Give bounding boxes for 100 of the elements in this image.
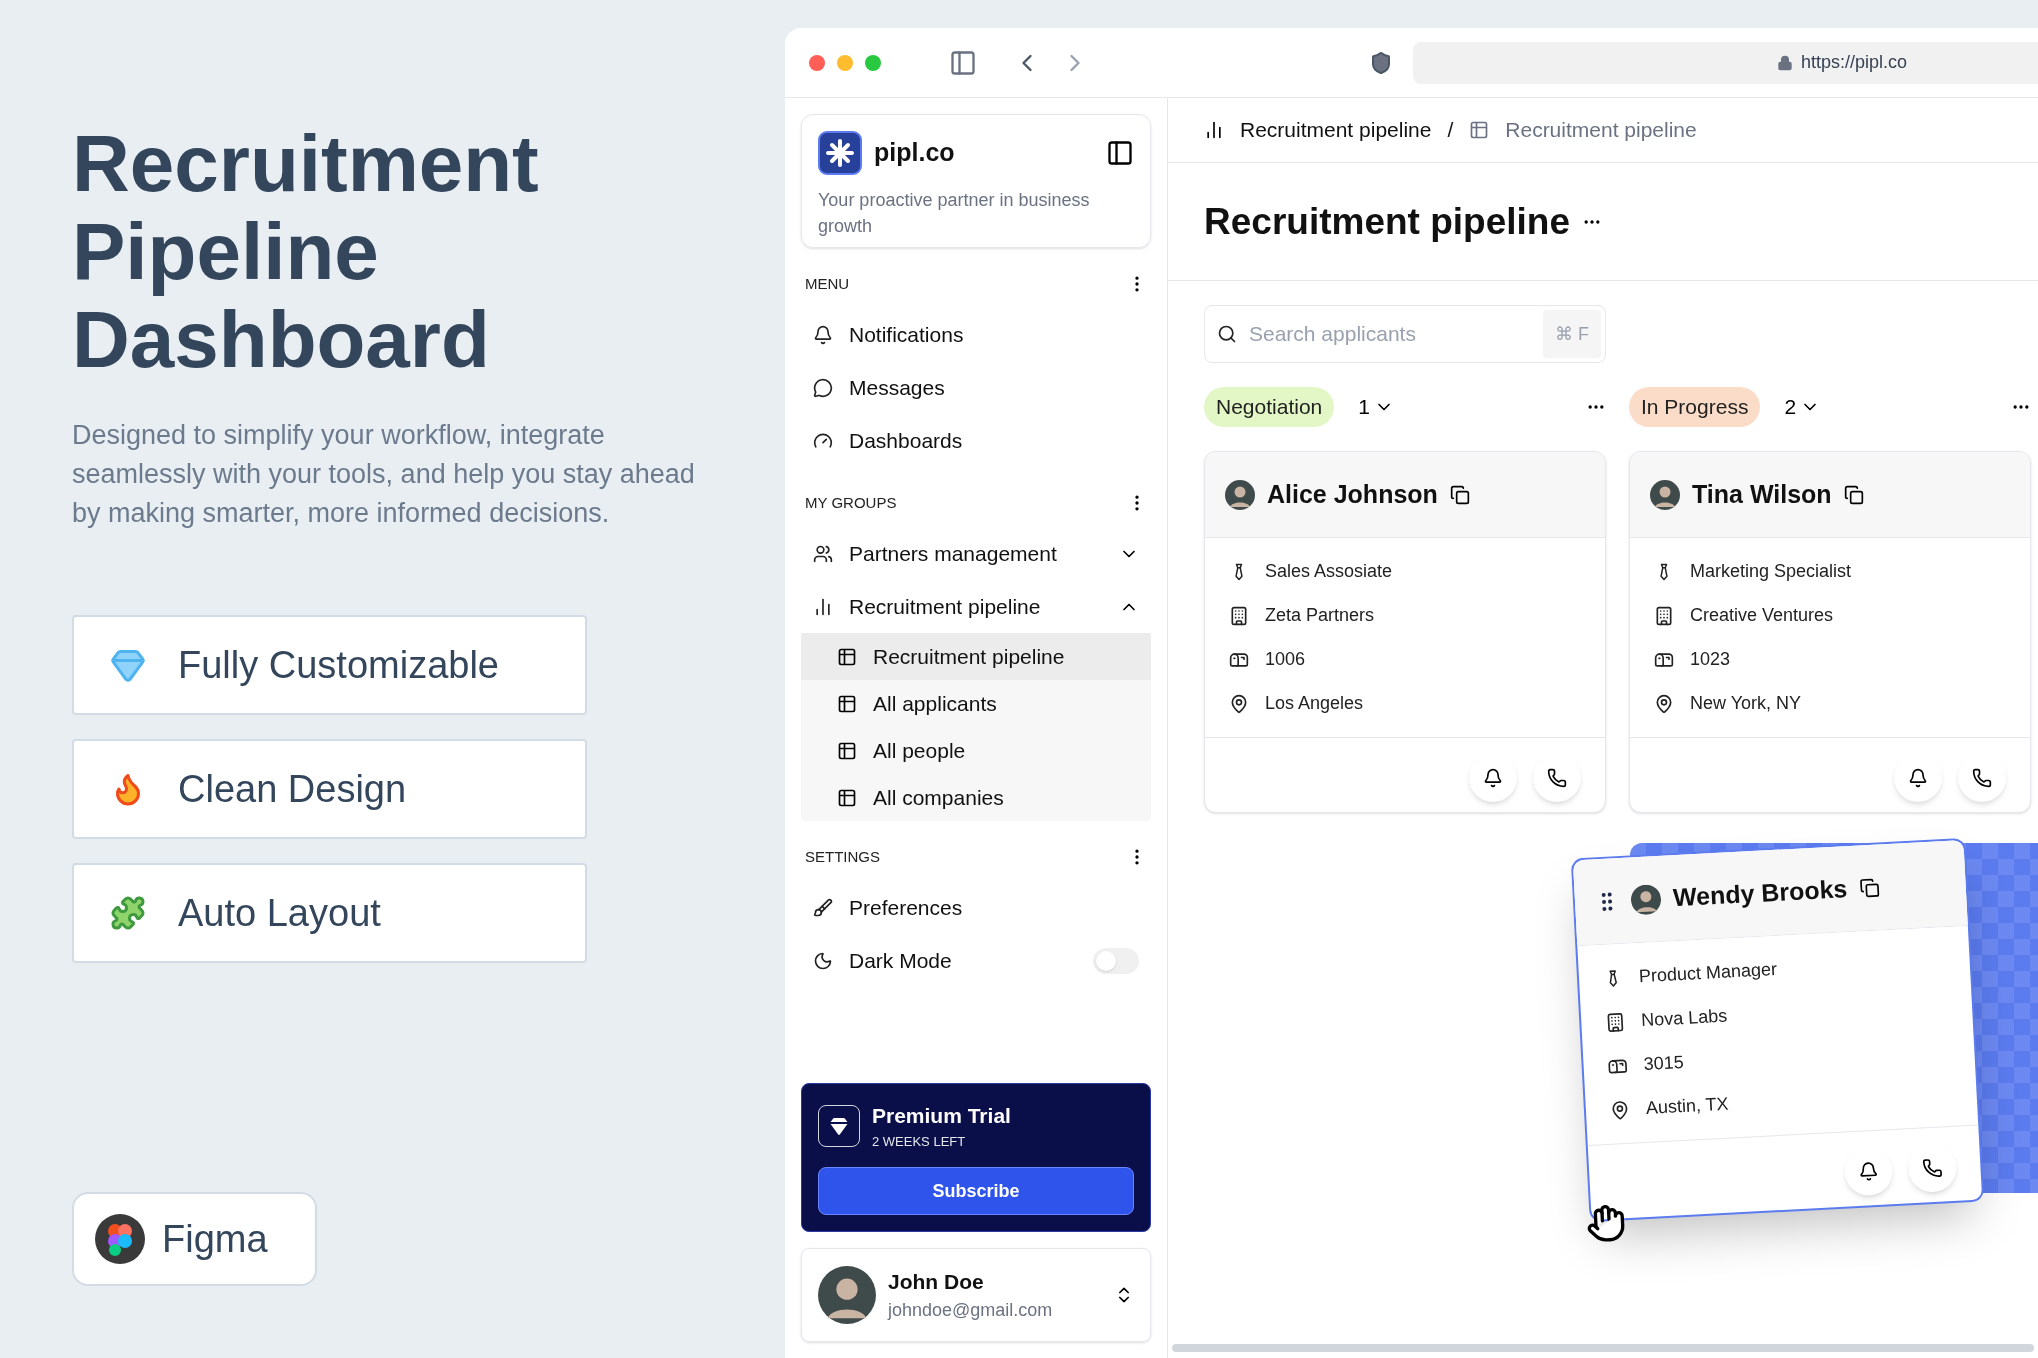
count-dropdown[interactable]: 2	[1784, 391, 1821, 423]
bar-chart-icon	[1204, 120, 1224, 140]
nav-label: Recruitment pipeline	[849, 593, 1041, 620]
brush-icon	[813, 897, 833, 918]
nav-item[interactable]: Messages	[801, 361, 1151, 414]
chat-icon	[813, 377, 833, 398]
dragged-applicant-card[interactable]: Wendy Brooks Product Manager Nova Labs 3015 Austin, TX	[1570, 837, 1985, 1223]
feature-label: Auto Layout	[178, 890, 381, 936]
map-pin-icon	[1654, 693, 1674, 714]
setting-row[interactable]: Dark Mode	[801, 934, 1151, 987]
shield-icon[interactable]	[1369, 50, 1393, 75]
map-pin-icon	[1229, 693, 1249, 714]
search-icon	[1217, 324, 1237, 344]
moon-icon	[813, 950, 833, 971]
table-icon	[837, 740, 857, 761]
hero-title: Recruitment Pipeline Dashboard	[72, 120, 540, 384]
shortcut-hint: ⌘ F	[1543, 310, 1601, 358]
nav-label: Dashboards	[849, 427, 963, 454]
sub-nav-item[interactable]: All applicants	[801, 680, 1151, 727]
subscribe-button[interactable]: Subscribe	[818, 1167, 1134, 1215]
brand-logo-icon	[818, 131, 862, 175]
applicant-detail: 3015	[1642, 1050, 1685, 1077]
user-card[interactable]: John Doe johndoe@gmail.com	[801, 1248, 1151, 1342]
status-tag: In Progress	[1629, 387, 1761, 427]
phone-icon	[1547, 768, 1567, 788]
sub-nav-item[interactable]: Recruitment pipeline	[801, 633, 1151, 680]
feature-label: Clean Design	[178, 766, 407, 812]
sub-nav-item[interactable]: All people	[801, 727, 1151, 774]
applicant-card[interactable]: Tina Wilson Marketing Specialist Creative Ventures 1023 New York, NY	[1629, 451, 2031, 813]
nav-item[interactable]: Partners management	[801, 527, 1151, 580]
address-bar[interactable]: https://pipl.co	[1413, 41, 2038, 84]
lock-icon	[1777, 54, 1793, 71]
user-name: John Doe	[888, 1268, 985, 1295]
users-icon	[813, 543, 833, 564]
hero-description: Designed to simplify your workflow, integrate seamlessly with your tools, and help you stay ahead by making smarter, more informed decisions.	[72, 419, 696, 530]
close-window-control[interactable]	[809, 54, 825, 71]
sidebar-toggle-icon[interactable]	[949, 48, 977, 77]
nav-label: All applicants	[873, 690, 997, 717]
url-text: https://pipl.co	[1801, 51, 1908, 74]
nav-item[interactable]: Recruitment pipeline	[801, 580, 1151, 633]
bell-icon	[1483, 768, 1503, 788]
applicant-detail: 1006	[1265, 648, 1306, 671]
applicant-detail: Nova Labs	[1640, 1004, 1728, 1033]
status-tag: Negotiation	[1204, 387, 1335, 427]
figma-logo-icon	[94, 1213, 146, 1265]
table-icon	[1469, 120, 1490, 140]
nav-item[interactable]: Notifications	[801, 308, 1151, 361]
building-icon	[1654, 605, 1674, 626]
premium-title: Premium Trial	[872, 1103, 1011, 1129]
applicant-detail: Product Manager	[1638, 957, 1778, 989]
call-button[interactable]	[1958, 754, 2006, 802]
applicant-detail: Los Angeles	[1265, 692, 1364, 715]
nav-item[interactable]: Dashboards	[801, 414, 1151, 467]
nav-label: All companies	[873, 784, 1004, 811]
applicant-name: Tina Wilson	[1692, 478, 1832, 510]
section-label: MY GROUPS	[805, 492, 897, 513]
page-title: Recruitment pipeline	[1204, 199, 1570, 244]
applicant-card[interactable]: Alice Johnson Sales Assosiate Zeta Partners 1006 Los Angeles	[1204, 451, 1606, 813]
nav-item[interactable]: Preferences	[801, 881, 1151, 934]
notify-button[interactable]	[1894, 754, 1942, 802]
tool-name: Figma	[162, 1216, 268, 1262]
applicant-detail: Zeta Partners	[1265, 604, 1375, 627]
brand-tagline: Your proactive partner in business growth	[818, 189, 1091, 238]
collapse-sidebar-icon[interactable]	[1106, 139, 1134, 167]
applicant-name: Alice Johnson	[1267, 478, 1438, 510]
nav-label: Messages	[849, 374, 945, 401]
applicant-detail: Creative Ventures	[1690, 604, 1834, 627]
nav-label: Recruitment pipeline	[873, 643, 1065, 670]
breadcrumb-link[interactable]: Recruitment pipeline	[1505, 114, 1697, 146]
phone-icon	[1921, 1157, 1943, 1179]
call-button[interactable]	[1533, 754, 1581, 802]
copy-icon[interactable]	[1843, 484, 1864, 505]
breadcrumb-link[interactable]: Recruitment pipeline	[1240, 114, 1432, 146]
gem-icon	[110, 647, 146, 683]
toggle-switch[interactable]	[1093, 947, 1139, 974]
breadcrumb-separator: /	[1447, 117, 1454, 144]
nav-label: All people	[873, 737, 966, 764]
notify-button[interactable]	[1469, 754, 1517, 802]
count-dropdown[interactable]: 1	[1358, 391, 1394, 423]
avatar	[1650, 479, 1680, 510]
copy-icon[interactable]	[1449, 484, 1470, 505]
avatar	[1225, 479, 1255, 510]
bar-chart-icon	[813, 596, 833, 617]
table-icon	[837, 787, 857, 808]
sub-nav-item[interactable]: All companies	[801, 774, 1151, 821]
nav-label: Notifications	[849, 321, 964, 348]
bell-icon	[813, 324, 833, 345]
nav-label: Dark Mode	[849, 947, 952, 974]
copy-icon[interactable]	[1858, 877, 1880, 898]
nav-label: Preferences	[849, 894, 963, 921]
applicant-detail: New York, NY	[1690, 692, 1802, 715]
feature-label: Fully Customizable	[178, 642, 499, 688]
search-input[interactable]: Search applicants	[1249, 318, 1531, 350]
table-icon	[837, 646, 857, 667]
applicant-detail: Sales Assosiate	[1265, 560, 1393, 583]
avatar	[818, 1266, 876, 1324]
puzzle-icon	[110, 895, 146, 931]
applicant-name: Wendy Brooks	[1671, 872, 1849, 913]
gem-icon	[818, 1104, 860, 1147]
table-icon	[837, 693, 857, 714]
